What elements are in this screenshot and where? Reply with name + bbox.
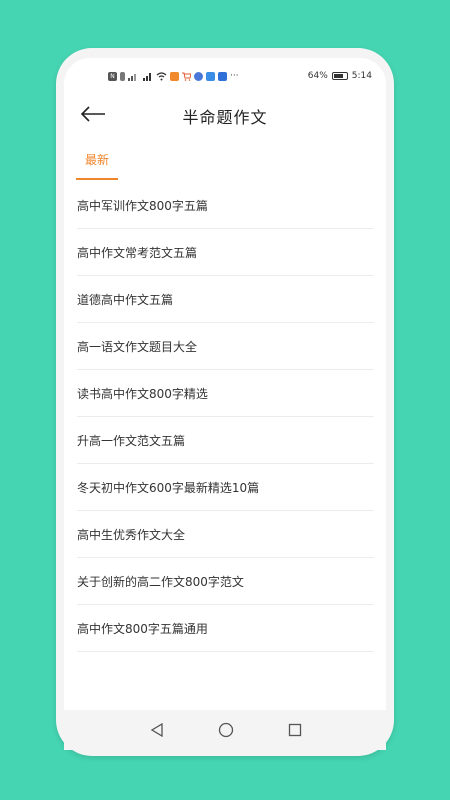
app-icon-bubble [218, 71, 227, 81]
clock: 5:14 [351, 71, 372, 81]
list-item[interactable]: 高中作文常考范文五篇 [77, 229, 374, 276]
triangle-back-icon [150, 723, 163, 737]
nav-home-button[interactable] [217, 721, 235, 739]
more-icon: ··· [230, 71, 239, 81]
list-item[interactable]: 读书高中作文800字精选 [77, 370, 374, 417]
list-item[interactable]: 升高一作文范文五篇 [77, 417, 374, 464]
signal-4g-icon [143, 72, 151, 81]
list-item-title: 高中作文常考范文五篇 [77, 245, 198, 260]
list-item[interactable]: 高中作文800字五篇通用 [77, 605, 374, 652]
cart-icon [182, 72, 191, 81]
list-item[interactable]: 道德高中作文五篇 [77, 276, 374, 323]
status-bar: N ··· 64% 5:14 [64, 58, 386, 94]
list-item-title: 冬天初中作文600字最新精选10篇 [77, 480, 260, 495]
tab-bar: 最新 [64, 148, 386, 182]
tab-latest[interactable]: 最新 [76, 148, 118, 180]
battery-icon [331, 72, 348, 80]
tab-active-indicator [76, 178, 118, 180]
nfc-icon: N [108, 71, 117, 81]
list-item[interactable]: 高一语文作文题目大全 [77, 323, 374, 370]
list-item[interactable]: 高中军训作文800字五篇 [77, 182, 374, 229]
app-header: 半命题作文 [64, 94, 386, 134]
list-item[interactable]: 高中生优秀作文大全 [77, 511, 374, 558]
app-icon-blue [194, 71, 203, 81]
circle-home-icon [218, 722, 234, 738]
app-screen: N ··· 64% 5:14 半命题作文 最新 高中军训作文800字五篇 高中作… [64, 58, 386, 710]
list-item-title: 升高一作文范文五篇 [77, 433, 186, 448]
app-icon-search [206, 71, 215, 81]
list-item[interactable]: 关于创新的高二作文800字范文 [77, 558, 374, 605]
status-icons: N ··· [108, 71, 239, 81]
signal-icon [128, 73, 136, 81]
page-title: 半命题作文 [182, 108, 268, 127]
sim-icon [120, 71, 125, 81]
battery-percent: 64% [307, 71, 328, 81]
wifi-icon [156, 71, 167, 80]
list-item-title: 读书高中作文800字精选 [77, 386, 208, 401]
tab-label: 最新 [84, 153, 109, 167]
list-item-title: 高一语文作文题目大全 [77, 339, 198, 354]
nav-back-button[interactable] [148, 721, 166, 739]
list-item[interactable]: 冬天初中作文600字最新精选10篇 [77, 464, 374, 511]
list-item-title: 关于创新的高二作文800字范文 [77, 574, 244, 589]
article-list: 高中军训作文800字五篇 高中作文常考范文五篇 道德高中作文五篇 高一语文作文题… [77, 182, 374, 652]
list-item-title: 高中生优秀作文大全 [77, 527, 186, 542]
system-nav-bar [64, 710, 386, 750]
list-item-title: 高中军训作文800字五篇 [77, 198, 208, 213]
square-recents-icon [288, 723, 302, 737]
status-right: 64% 5:14 [308, 71, 372, 81]
list-item-title: 道德高中作文五篇 [77, 292, 174, 307]
app-icon-orange [170, 71, 179, 81]
nav-recents-button[interactable] [286, 721, 304, 739]
list-item-title: 高中作文800字五篇通用 [77, 621, 208, 636]
